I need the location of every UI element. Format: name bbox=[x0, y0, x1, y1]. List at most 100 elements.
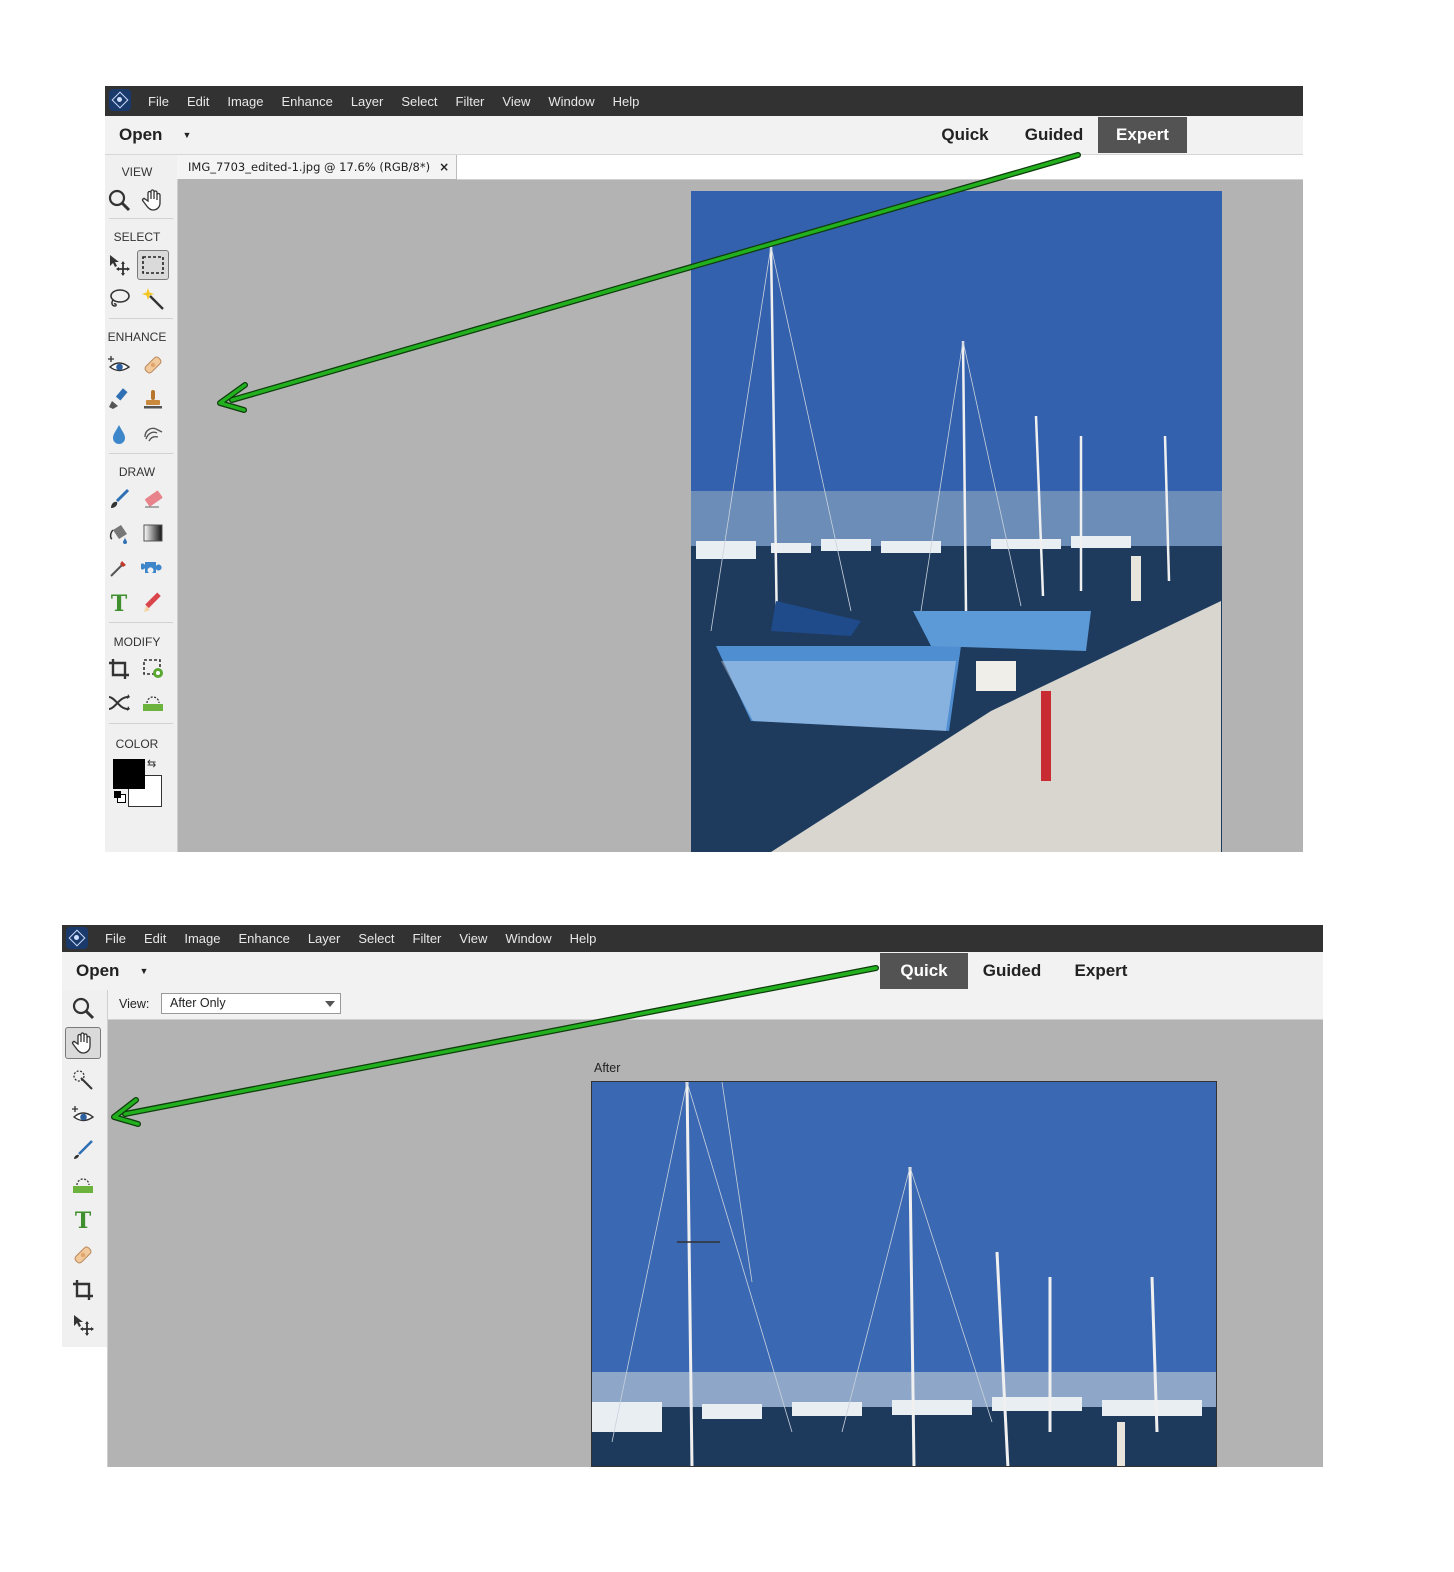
recompose-tool-icon[interactable] bbox=[137, 654, 169, 684]
whiten-teeth-icon[interactable] bbox=[67, 1135, 99, 1165]
tab-guided[interactable]: Guided bbox=[1010, 117, 1098, 153]
menu-help[interactable]: Help bbox=[604, 94, 649, 109]
tab-guided[interactable]: Guided bbox=[968, 953, 1056, 989]
zoom-tool-icon[interactable] bbox=[67, 993, 99, 1023]
app-logo-icon bbox=[66, 927, 88, 949]
toolbox-divider bbox=[109, 318, 173, 319]
menu-file[interactable]: File bbox=[96, 931, 135, 946]
menu-layer[interactable]: Layer bbox=[299, 931, 350, 946]
menu-enhance[interactable]: Enhance bbox=[273, 94, 342, 109]
section-enhance-label: ENHANCE bbox=[107, 330, 167, 344]
menu-image[interactable]: Image bbox=[218, 94, 272, 109]
paint-bucket-icon[interactable] bbox=[105, 518, 135, 548]
pencil-tool-icon[interactable] bbox=[137, 588, 169, 618]
menu-view[interactable]: View bbox=[493, 94, 539, 109]
swap-colors-icon[interactable]: ⇆ bbox=[147, 757, 156, 770]
section-modify-label: MODIFY bbox=[113, 635, 161, 649]
straighten-tool-icon[interactable] bbox=[67, 1170, 99, 1200]
menu-image[interactable]: Image bbox=[175, 931, 229, 946]
menu-edit[interactable]: Edit bbox=[178, 94, 218, 109]
foreground-color-swatch[interactable] bbox=[113, 759, 145, 789]
move-tool-icon[interactable] bbox=[105, 250, 135, 280]
quick-selection-icon[interactable] bbox=[67, 1065, 99, 1095]
quick-mode-screenshot: File Edit Image Enhance Layer Select Fil… bbox=[62, 925, 1323, 1467]
brush-tool-icon[interactable] bbox=[105, 484, 135, 514]
magic-wand-icon[interactable] bbox=[137, 284, 169, 314]
hand-tool-icon[interactable] bbox=[137, 185, 169, 215]
straighten-tool-icon[interactable] bbox=[137, 688, 169, 718]
menu-view[interactable]: View bbox=[450, 931, 496, 946]
zoom-tool-icon[interactable] bbox=[105, 185, 135, 215]
menu-edit[interactable]: Edit bbox=[135, 931, 175, 946]
close-tab-icon[interactable]: × bbox=[439, 160, 449, 174]
open-button[interactable]: Open ▼ bbox=[76, 952, 148, 990]
type-tool-icon[interactable]: T bbox=[67, 1205, 99, 1235]
eyedropper-tool-icon[interactable] bbox=[105, 553, 135, 583]
section-draw-label: DRAW bbox=[118, 465, 156, 479]
default-colors-icon[interactable] bbox=[114, 791, 126, 803]
toolbox-divider bbox=[109, 723, 173, 724]
red-eye-removal-icon[interactable] bbox=[67, 1100, 99, 1130]
toolbox-empty-area bbox=[62, 1347, 108, 1467]
chevron-down-icon bbox=[325, 1001, 335, 1007]
smart-brush-icon[interactable] bbox=[105, 384, 135, 414]
marina-photo bbox=[691, 191, 1222, 852]
tab-expert[interactable]: Expert bbox=[1098, 117, 1187, 153]
menu-file[interactable]: File bbox=[139, 94, 178, 109]
menu-enhance[interactable]: Enhance bbox=[230, 931, 299, 946]
section-select-label: SELECT bbox=[113, 230, 161, 244]
tab-expert[interactable]: Expert bbox=[1058, 953, 1144, 989]
rectangular-marquee-icon[interactable] bbox=[137, 250, 169, 280]
menu-bar: File Edit Image Enhance Layer Select Fil… bbox=[105, 86, 1303, 116]
crop-tool-icon[interactable] bbox=[105, 654, 135, 684]
menu-window[interactable]: Window bbox=[496, 931, 560, 946]
mode-bar: Open ▼ Quick Guided Expert bbox=[62, 952, 1323, 991]
gradient-tool-icon[interactable] bbox=[137, 518, 169, 548]
blur-tool-icon[interactable] bbox=[105, 419, 135, 449]
view-select[interactable]: After Only bbox=[161, 993, 341, 1014]
menu-select[interactable]: Select bbox=[392, 94, 446, 109]
spot-healing-brush-icon[interactable] bbox=[137, 350, 169, 380]
content-aware-move-icon[interactable] bbox=[105, 688, 135, 718]
open-label: Open bbox=[119, 125, 163, 144]
view-select-value: After Only bbox=[170, 996, 226, 1010]
lasso-tool-icon[interactable] bbox=[105, 284, 135, 314]
open-dropdown-caret-icon[interactable]: ▼ bbox=[182, 130, 191, 140]
custom-shape-icon[interactable] bbox=[137, 553, 169, 583]
red-eye-removal-icon[interactable] bbox=[105, 350, 135, 380]
toolbox-divider bbox=[109, 218, 173, 219]
view-options-bar: View: After Only bbox=[107, 990, 1323, 1020]
mode-bar: Open ▼ Quick Guided Expert bbox=[105, 116, 1303, 155]
app-logo-icon bbox=[109, 89, 131, 111]
document-tab-title: IMG_7703_edited-1.jpg @ 17.6% (RGB/8*) bbox=[188, 160, 431, 174]
menu-bar: File Edit Image Enhance Layer Select Fil… bbox=[62, 925, 1323, 952]
section-view-label: VIEW bbox=[121, 165, 153, 179]
toolbox-divider bbox=[109, 453, 173, 454]
tab-quick[interactable]: Quick bbox=[880, 953, 968, 989]
hand-tool-icon[interactable] bbox=[65, 1027, 101, 1059]
menu-select[interactable]: Select bbox=[349, 931, 403, 946]
menu-list: File Edit Image Enhance Layer Select Fil… bbox=[139, 86, 648, 116]
after-photo bbox=[591, 1081, 1217, 1467]
spot-healing-brush-icon[interactable] bbox=[67, 1240, 99, 1270]
menu-filter[interactable]: Filter bbox=[447, 94, 494, 109]
section-color-label: COLOR bbox=[115, 737, 159, 751]
menu-layer[interactable]: Layer bbox=[342, 94, 393, 109]
document-tab[interactable]: IMG_7703_edited-1.jpg @ 17.6% (RGB/8*) × bbox=[177, 155, 457, 179]
tab-quick[interactable]: Quick bbox=[926, 117, 1004, 153]
move-tool-icon[interactable] bbox=[67, 1310, 99, 1340]
smudge-tool-icon[interactable] bbox=[137, 419, 169, 449]
menu-window[interactable]: Window bbox=[539, 94, 603, 109]
open-dropdown-caret-icon[interactable]: ▼ bbox=[139, 966, 148, 976]
crop-tool-icon[interactable] bbox=[67, 1275, 99, 1305]
tab-bar-background bbox=[457, 155, 1303, 180]
clone-stamp-icon[interactable] bbox=[137, 384, 169, 414]
expert-mode-screenshot: File Edit Image Enhance Layer Select Fil… bbox=[105, 86, 1303, 852]
type-tool-icon[interactable]: T bbox=[105, 588, 135, 618]
open-button[interactable]: Open ▼ bbox=[119, 116, 191, 154]
toolbox: VIEW SELECT ENHANCE DRAW T MODIFY COLOR … bbox=[105, 155, 178, 852]
svg-text:T: T bbox=[75, 1208, 92, 1232]
menu-help[interactable]: Help bbox=[561, 931, 606, 946]
eraser-tool-icon[interactable] bbox=[137, 484, 169, 514]
menu-filter[interactable]: Filter bbox=[404, 931, 451, 946]
